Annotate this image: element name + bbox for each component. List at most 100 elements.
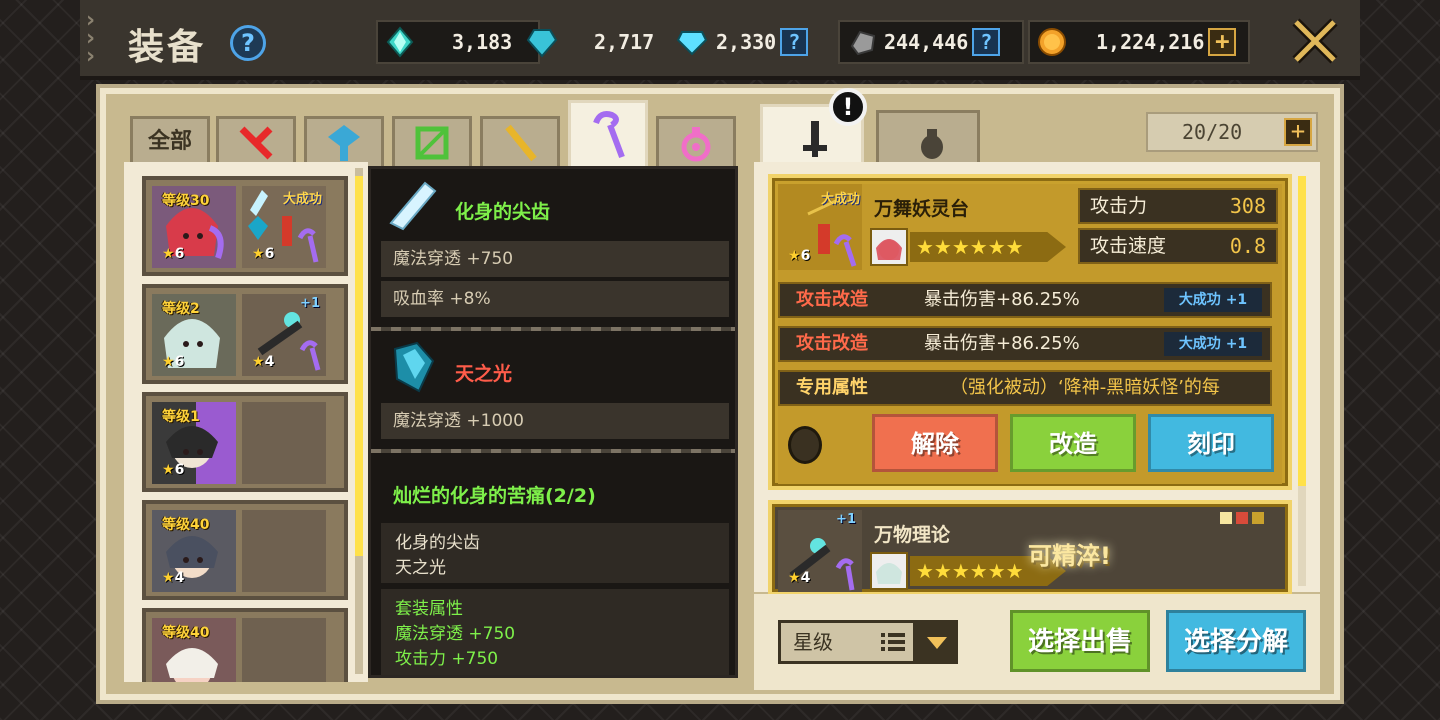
help-button[interactable]: ? <box>230 25 266 61</box>
stat-value: 308 <box>1229 194 1266 218</box>
weapon-star-count: ★6 <box>252 246 275 262</box>
enhance-tag: +1 <box>836 512 856 527</box>
scrollbar-thumb[interactable] <box>1298 176 1306 486</box>
stat-label: 攻击速度 <box>1090 235 1167 257</box>
weapon-slot-empty <box>242 618 326 682</box>
level-label: 等级30 <box>162 193 210 209</box>
list-item[interactable]: 等级2 ★6 +1 ★4 <box>142 284 348 384</box>
hero-portrait: 等级40 <box>152 618 236 682</box>
currency-help-button[interactable]: ? <box>972 28 1001 56</box>
gem-name: 化身的尖齿 <box>455 201 551 223</box>
tab-bow[interactable] <box>392 116 472 166</box>
detail-scrollbar[interactable] <box>1298 176 1306 586</box>
currency-gold: 1,224,216 + <box>1028 20 1250 64</box>
gem-stat-row: 魔法穿透 +750 <box>381 241 729 277</box>
scrollbar-thumb[interactable] <box>355 176 363 556</box>
divider <box>371 327 735 331</box>
stat-label: 攻击力 <box>1090 195 1148 217</box>
tab-inventory[interactable] <box>876 110 980 168</box>
set-item: 化身的尖齿 <box>395 533 480 553</box>
hero-portrait: 等级1 ★6 <box>152 402 236 484</box>
second-item-name: 万物理论 <box>874 524 951 546</box>
hero-star-rating: ★★★★★★ <box>910 232 1066 262</box>
enhance-tag: +1 <box>300 296 320 311</box>
attack-speed-stat: 攻击速度 0.8 <box>1078 228 1278 264</box>
expand-slots-button[interactable]: + <box>1284 118 1312 146</box>
list-scrollbar[interactable] <box>355 168 363 674</box>
gold-coin-icon <box>1038 28 1066 56</box>
tab-hammer[interactable] <box>304 116 384 166</box>
set-attr-title: 套装属性 <box>395 599 463 619</box>
page-title: 装备 <box>128 27 207 68</box>
slot-count-value: 20/20 <box>1182 120 1243 144</box>
mod-value: 暴击伤害+86.25% <box>924 333 1080 354</box>
close-icon[interactable] <box>1288 14 1342 68</box>
hammer-icon <box>328 124 360 161</box>
list-item[interactable]: 等级30 ★6 大成功 ★6 <box>142 176 348 276</box>
engrave-button[interactable]: 刻印 <box>1148 414 1274 472</box>
select-dismantle-button[interactable]: 选择分解 <box>1166 610 1306 672</box>
aqua-crystal-icon <box>386 26 414 58</box>
cyan-gem-icon <box>526 29 558 58</box>
magic-staff-icon <box>593 110 625 158</box>
second-item-thumbnail[interactable]: +1 ★4 <box>778 510 862 592</box>
refine-label: 可精淬! <box>1028 542 1111 570</box>
star-count: ★4 <box>162 570 185 586</box>
hero-portrait: 等级30 ★6 <box>152 186 236 268</box>
gem-tooltip: 化身的尖齿 魔法穿透 +750 吸血率 +8% 天之光 魔法穿透 +1000 灿… <box>368 166 738 678</box>
success-tag: 大成功 <box>820 192 860 207</box>
list-item[interactable]: 等级1 ★6 <box>142 392 348 492</box>
slot-dot <box>1220 512 1232 524</box>
currency-crystal: 3,183 <box>376 20 540 64</box>
inventory-slot-count: 20/20 + <box>1146 112 1318 152</box>
selected-item-thumbnail[interactable]: 大成功 ★6 <box>778 184 862 270</box>
egg-icon[interactable] <box>788 426 822 464</box>
star-count: ★6 <box>162 462 185 478</box>
sort-dropdown-button[interactable] <box>916 620 958 664</box>
success-tag: 大成功 <box>282 192 322 207</box>
unequip-button[interactable]: 解除 <box>872 414 998 472</box>
weapon-slot: +1 ★4 <box>242 294 326 376</box>
level-label: 等级1 <box>162 409 200 425</box>
list-item[interactable]: 等级40 <box>142 608 348 682</box>
weapon-star-count: ★4 <box>788 570 811 586</box>
weapon-slot: 大成功 ★6 <box>242 186 326 268</box>
currency-value: 3,183 <box>452 30 513 54</box>
weapon-star-count: ★6 <box>788 248 811 264</box>
add-gold-button[interactable]: + <box>1208 28 1237 56</box>
weapon-star-count: ★4 <box>252 354 275 370</box>
exclusive-value: （强化被动）‘降神-黑暗妖怪’的每 <box>950 377 1220 398</box>
hero-mini-avatar[interactable] <box>870 552 908 590</box>
hero-avatar-icon <box>876 239 902 260</box>
currency-stone: 244,446 ? <box>838 20 1024 64</box>
exclusive-row: 专用属性 （强化被动）‘降神-黑暗妖怪’的每 <box>778 370 1272 406</box>
tab-all-label: 全部 <box>147 129 192 154</box>
currency-help-button[interactable]: ? <box>780 28 809 56</box>
hero-portrait: 等级2 ★6 <box>152 294 236 376</box>
currency-value: 1,224,216 <box>1096 30 1205 54</box>
top-bar: ››› 装备 ? 3,183 2,717 2,330 ? 244,446 ? <box>80 0 1360 80</box>
chevron-decoration-icon: › › › <box>86 8 96 69</box>
sort-select[interactable]: 星级 <box>778 620 916 664</box>
modify-button[interactable]: 改造 <box>1010 414 1136 472</box>
tab-staff[interactable] <box>480 116 560 166</box>
crystal-gem-icon <box>393 341 435 393</box>
slot-dot <box>1236 512 1248 524</box>
tab-sword[interactable] <box>216 116 296 166</box>
mod-row: 攻击改造 暴击伤害+86.25% 大成功 +1 <box>778 282 1272 318</box>
tab-pendant[interactable] <box>656 116 736 166</box>
hero-mini-avatar[interactable] <box>870 228 908 266</box>
hero-portrait: 等级40 ★4 <box>152 510 236 592</box>
set-items: 化身的尖齿 天之光 <box>381 523 729 583</box>
selected-item-name: 万舞妖灵台 <box>874 198 970 220</box>
divider <box>371 449 735 453</box>
tab-magic-staff[interactable] <box>568 100 648 166</box>
tab-all[interactable]: 全部 <box>130 116 210 166</box>
select-sell-button[interactable]: 选择出售 <box>1010 610 1150 672</box>
gem-stat-row: 魔法穿透 +1000 <box>381 403 729 439</box>
level-label: 等级40 <box>162 625 210 641</box>
mod-value: 暴击伤害+86.25% <box>924 289 1080 310</box>
star-count: ★6 <box>162 354 185 370</box>
currency-value: 244,446 <box>884 30 969 54</box>
list-item[interactable]: 等级40 ★4 <box>142 500 348 600</box>
